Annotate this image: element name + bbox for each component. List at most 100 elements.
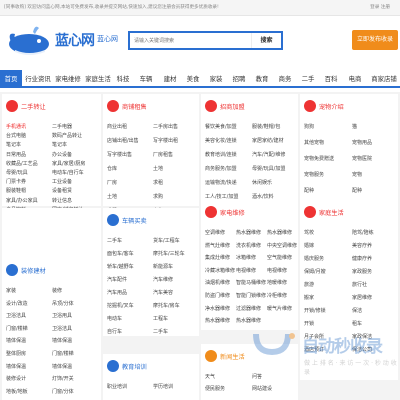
category-link[interactable]: 酒水/饮料: [252, 193, 274, 200]
nav-item[interactable]: 建材: [160, 70, 180, 88]
category-link[interactable]: 汽车配件: [107, 276, 127, 283]
category-link[interactable]: 工程车: [153, 315, 168, 322]
category-link[interactable]: 油烟机维修: [205, 279, 230, 286]
category-link[interactable]: 电动车: [107, 315, 122, 322]
category-link[interactable]: 网站建设: [252, 385, 272, 392]
category-link[interactable]: 婚嫁: [304, 242, 314, 249]
category-link[interactable]: 燃气灶维修: [205, 242, 230, 249]
nav-item[interactable]: 百科: [321, 70, 341, 88]
category-link[interactable]: 休闲娱乐: [252, 179, 272, 186]
category-link[interactable]: 墙体保温: [52, 363, 72, 370]
panel-title[interactable]: 招商加盟: [220, 102, 245, 111]
category-link[interactable]: 商务服务/加盟: [205, 165, 237, 172]
search-input[interactable]: [134, 35, 252, 47]
category-link[interactable]: 狗狗: [304, 123, 314, 130]
nav-item[interactable]: 首页: [0, 70, 22, 88]
panel-title[interactable]: 车辆买卖: [122, 216, 147, 225]
category-link[interactable]: 开锁/修锁: [304, 307, 326, 314]
category-link[interactable]: 商业出租: [107, 123, 127, 130]
category-link[interactable]: 转让信息: [52, 197, 72, 204]
panel-title[interactable]: 宠物介绍: [319, 102, 344, 111]
category-link[interactable]: 天气: [205, 373, 215, 380]
nav-item[interactable]: 教育: [252, 70, 272, 88]
category-link[interactable]: 家政服务: [352, 268, 372, 275]
category-link[interactable]: 汽车/汽配/维修: [252, 151, 285, 158]
category-link[interactable]: 服装/鞋帽/包: [252, 123, 280, 130]
category-link[interactable]: 挖掘机/叉车: [107, 302, 134, 309]
category-link[interactable]: 轿车/越野车: [107, 263, 134, 270]
category-link[interactable]: 热水器维修: [236, 317, 261, 324]
category-link[interactable]: 卫浴洁具: [6, 312, 26, 319]
category-link[interactable]: 二手车: [153, 328, 168, 335]
nav-item[interactable]: 车辆: [135, 70, 157, 88]
panel-title[interactable]: 家电维修: [220, 208, 245, 217]
category-link[interactable]: 美容疗养: [352, 242, 372, 249]
category-link[interactable]: 旅行社: [352, 281, 367, 288]
site-logo[interactable]: 蓝心网 蓝心网: [5, 22, 125, 58]
category-link[interactable]: 二手车: [107, 237, 122, 244]
category-link[interactable]: 工业设备: [52, 178, 72, 185]
category-link[interactable]: 学历培训: [153, 383, 173, 390]
category-link[interactable]: 健康疗养: [352, 255, 372, 262]
category-link[interactable]: 汽车美容: [153, 289, 173, 296]
category-link[interactable]: 工人/技工/加盟: [205, 193, 238, 200]
nav-item[interactable]: 招聘: [229, 70, 249, 88]
category-link[interactable]: 厂房租售: [153, 151, 173, 158]
category-link[interactable]: 日常用品: [6, 151, 26, 158]
category-link[interactable]: 配种: [352, 187, 362, 194]
nav-item[interactable]: 家装: [206, 70, 226, 88]
category-link[interactable]: 摩托车/房车: [153, 302, 180, 309]
category-link[interactable]: 餐饮美食/加盟: [205, 123, 237, 130]
category-link[interactable]: 土地: [107, 193, 117, 200]
category-link[interactable]: 宠物: [352, 171, 362, 178]
category-link[interactable]: 电动车/自行车: [52, 169, 84, 176]
category-link[interactable]: 家居维修: [352, 294, 372, 301]
nav-item[interactable]: 电商: [344, 70, 366, 88]
category-link[interactable]: 整体厨房: [6, 350, 26, 357]
category-link[interactable]: 保洁: [352, 307, 362, 314]
category-link[interactable]: 配种: [304, 187, 314, 194]
category-link[interactable]: 旅游: [304, 281, 314, 288]
panel-title[interactable]: 家庭生活: [319, 208, 344, 217]
category-link[interactable]: 手机通讯: [6, 123, 26, 130]
category-link[interactable]: 仓库: [107, 165, 117, 172]
category-link[interactable]: 写字楼出售: [107, 151, 132, 158]
category-link[interactable]: 母婴/玩具/加盟: [252, 165, 285, 172]
category-link[interactable]: 汽车维修: [153, 276, 173, 283]
category-link[interactable]: 猫: [352, 123, 357, 130]
category-link[interactable]: 净水器维修: [205, 305, 230, 312]
panel-title[interactable]: 新闻生活: [220, 352, 245, 361]
category-link[interactable]: 职业培训: [107, 383, 127, 390]
category-link[interactable]: 宠物免费赠送: [304, 155, 334, 162]
category-link[interactable]: 门票卡券: [6, 178, 26, 185]
category-link[interactable]: 地板/地板: [6, 388, 28, 395]
category-link[interactable]: 厂房: [107, 179, 117, 186]
category-link[interactable]: 美容化妆/连锁: [205, 137, 237, 144]
category-link[interactable]: 宠物用品: [352, 139, 372, 146]
category-link[interactable]: 热水器维修: [205, 317, 230, 324]
category-link[interactable]: 热水器维修: [267, 229, 292, 236]
category-link[interactable]: 保姆/月嫂: [304, 268, 326, 275]
nav-item[interactable]: 美食: [183, 70, 203, 88]
category-link[interactable]: 智能马桶维修: [236, 279, 266, 286]
category-link[interactable]: 智能门锁维修: [236, 292, 266, 299]
category-link[interactable]: 电视维修: [267, 267, 287, 274]
category-link[interactable]: 墙体保温: [6, 337, 26, 344]
category-link[interactable]: 新能源车: [153, 263, 173, 270]
category-link[interactable]: 运输物流/快递: [205, 179, 237, 186]
category-link[interactable]: 求租: [153, 179, 163, 186]
category-link[interactable]: 台式电脑: [6, 132, 26, 139]
nav-item[interactable]: 家庭生活: [85, 70, 111, 88]
category-link[interactable]: 门窗/楼梯: [52, 350, 74, 357]
category-link[interactable]: 装修: [52, 287, 62, 294]
category-link[interactable]: 自行车: [107, 328, 122, 335]
category-link[interactable]: 冰箱维修: [236, 254, 256, 261]
category-link[interactable]: 货车/工程车: [153, 237, 180, 244]
nav-item[interactable]: 二手: [298, 70, 318, 88]
category-link[interactable]: 家装: [6, 287, 16, 294]
search-button[interactable]: 搜索: [251, 33, 281, 48]
category-link[interactable]: 卫浴用具: [52, 312, 72, 319]
category-link[interactable]: 便民服务: [205, 385, 225, 392]
category-link[interactable]: 收藏品/工艺品: [6, 160, 38, 167]
category-link[interactable]: 二手电器: [52, 123, 72, 130]
